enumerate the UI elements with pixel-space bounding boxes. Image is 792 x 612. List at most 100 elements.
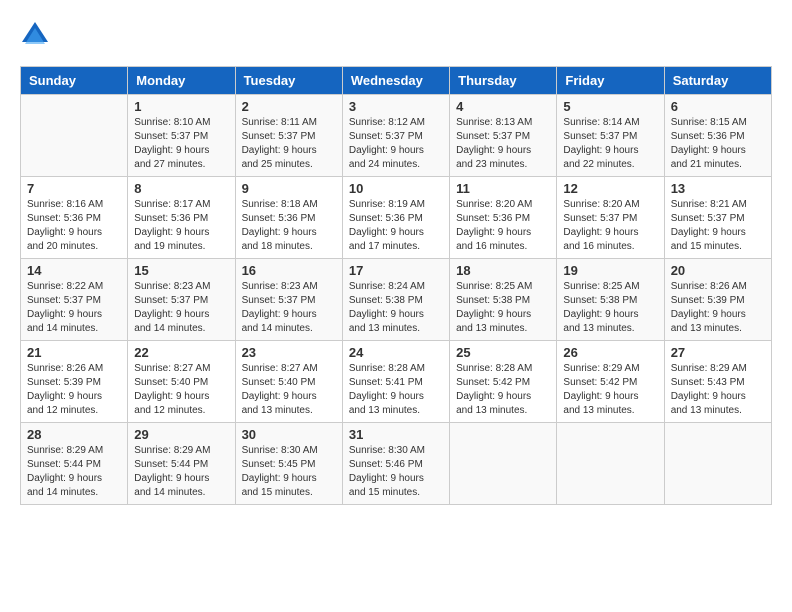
day-info: Sunrise: 8:12 AMSunset: 5:37 PMDaylight:… (349, 116, 443, 172)
day-cell: 14Sunrise: 8:22 AMSunset: 5:37 PMDayligh… (21, 259, 128, 341)
day-number: 5 (563, 99, 657, 114)
day-info: Sunrise: 8:22 AMSunset: 5:37 PMDaylight:… (27, 280, 121, 336)
day-cell: 6Sunrise: 8:15 AMSunset: 5:36 PMDaylight… (664, 95, 771, 177)
day-cell: 13 Sunrise: 8:21 AMSunset: 5:37 PMDayligh… (664, 177, 771, 259)
day-info: Sunrise: 8:23 AMSunset: 5:37 PMDaylight:… (134, 280, 228, 336)
day-info: Sunrise: 8:10 AMSunset: 5:37 PMDaylight:… (134, 116, 228, 172)
week-row-5: 28 Sunrise: 8:29 AMSunset: 5:44 PMDayligh… (21, 423, 772, 505)
day-info: Sunrise: 8:14 AMSunset: 5:37 PMDaylight:… (563, 116, 657, 172)
day-info: Sunrise: 8:13 AMSunset: 5:37 PMDaylight:… (456, 116, 550, 172)
day-cell: 22Sunrise: 8:27 AMSunset: 5:40 PMDayligh… (128, 341, 235, 423)
day-info: Sunrise: 8:27 AMSunset: 5:40 PMDaylight:… (242, 362, 336, 418)
week-row-3: 14Sunrise: 8:22 AMSunset: 5:37 PMDayligh… (21, 259, 772, 341)
day-cell: 3 Sunrise: 8:12 AMSunset: 5:37 PMDaylight… (342, 95, 449, 177)
day-cell: 20 Sunrise: 8:26 AMSunset: 5:39 PMDayligh… (664, 259, 771, 341)
day-number: 21 (27, 345, 121, 360)
day-number: 27 (671, 345, 765, 360)
day-info: Sunrise: 8:28 AMSunset: 5:42 PMDaylight:… (456, 362, 550, 418)
col-header-wednesday: Wednesday (342, 67, 449, 95)
day-info: Sunrise: 8:17 AMSunset: 5:36 PMDaylight:… (134, 198, 228, 254)
week-row-2: 7Sunrise: 8:16 AMSunset: 5:36 PMDaylight… (21, 177, 772, 259)
day-number: 17 (349, 263, 443, 278)
day-info: Sunrise: 8:20 AMSunset: 5:36 PMDaylight:… (456, 198, 550, 254)
day-cell: 31 Sunrise: 8:30 AMSunset: 5:46 PMDayligh… (342, 423, 449, 505)
day-number: 2 (242, 99, 336, 114)
logo-icon (20, 20, 50, 50)
day-number: 24 (349, 345, 443, 360)
day-cell: 27Sunrise: 8:29 AMSunset: 5:43 PMDayligh… (664, 341, 771, 423)
day-number: 29 (134, 427, 228, 442)
day-cell (557, 423, 664, 505)
day-cell: 15 Sunrise: 8:23 AMSunset: 5:37 PMDayligh… (128, 259, 235, 341)
day-info: Sunrise: 8:29 AMSunset: 5:44 PMDaylight:… (134, 444, 228, 500)
week-row-1: 1 Sunrise: 8:10 AMSunset: 5:37 PMDaylight… (21, 95, 772, 177)
day-number: 8 (134, 181, 228, 196)
day-number: 26 (563, 345, 657, 360)
day-number: 25 (456, 345, 550, 360)
day-number: 4 (456, 99, 550, 114)
day-cell: 2 Sunrise: 8:11 AMSunset: 5:37 PMDaylight… (235, 95, 342, 177)
day-cell: 9 Sunrise: 8:18 AMSunset: 5:36 PMDaylight… (235, 177, 342, 259)
day-info: Sunrise: 8:19 AMSunset: 5:36 PMDaylight:… (349, 198, 443, 254)
day-number: 23 (242, 345, 336, 360)
col-header-thursday: Thursday (450, 67, 557, 95)
day-cell: 21 Sunrise: 8:26 AMSunset: 5:39 PMDayligh… (21, 341, 128, 423)
day-info: Sunrise: 8:23 AMSunset: 5:37 PMDaylight:… (242, 280, 336, 336)
day-info: Sunrise: 8:18 AMSunset: 5:36 PMDaylight:… (242, 198, 336, 254)
day-number: 7 (27, 181, 121, 196)
day-info: Sunrise: 8:30 AMSunset: 5:46 PMDaylight:… (349, 444, 443, 500)
day-cell: 11 Sunrise: 8:20 AMSunset: 5:36 PMDayligh… (450, 177, 557, 259)
day-cell: 8 Sunrise: 8:17 AMSunset: 5:36 PMDaylight… (128, 177, 235, 259)
logo (20, 20, 54, 50)
day-cell: 29 Sunrise: 8:29 AMSunset: 5:44 PMDayligh… (128, 423, 235, 505)
day-number: 12 (563, 181, 657, 196)
day-cell (450, 423, 557, 505)
day-cell: 4 Sunrise: 8:13 AMSunset: 5:37 PMDaylight… (450, 95, 557, 177)
day-cell (21, 95, 128, 177)
day-cell: 17Sunrise: 8:24 AMSunset: 5:38 PMDayligh… (342, 259, 449, 341)
day-number: 9 (242, 181, 336, 196)
day-cell (664, 423, 771, 505)
day-info: Sunrise: 8:27 AMSunset: 5:40 PMDaylight:… (134, 362, 228, 418)
day-cell: 19 Sunrise: 8:25 AMSunset: 5:38 PMDayligh… (557, 259, 664, 341)
day-number: 28 (27, 427, 121, 442)
day-cell: 7Sunrise: 8:16 AMSunset: 5:36 PMDaylight… (21, 177, 128, 259)
col-header-saturday: Saturday (664, 67, 771, 95)
day-info: Sunrise: 8:20 AMSunset: 5:37 PMDaylight:… (563, 198, 657, 254)
day-cell: 26 Sunrise: 8:29 AMSunset: 5:42 PMDayligh… (557, 341, 664, 423)
day-info: Sunrise: 8:26 AMSunset: 5:39 PMDaylight:… (27, 362, 121, 418)
day-info: Sunrise: 8:11 AMSunset: 5:37 PMDaylight:… (242, 116, 336, 172)
day-info: Sunrise: 8:29 AMSunset: 5:44 PMDaylight:… (27, 444, 121, 500)
week-row-4: 21 Sunrise: 8:26 AMSunset: 5:39 PMDayligh… (21, 341, 772, 423)
day-number: 19 (563, 263, 657, 278)
day-cell: 1 Sunrise: 8:10 AMSunset: 5:37 PMDaylight… (128, 95, 235, 177)
col-header-friday: Friday (557, 67, 664, 95)
day-number: 16 (242, 263, 336, 278)
day-number: 13 (671, 181, 765, 196)
day-number: 31 (349, 427, 443, 442)
day-cell: 18Sunrise: 8:25 AMSunset: 5:38 PMDayligh… (450, 259, 557, 341)
day-number: 1 (134, 99, 228, 114)
col-header-tuesday: Tuesday (235, 67, 342, 95)
day-number: 20 (671, 263, 765, 278)
day-cell: 23 Sunrise: 8:27 AMSunset: 5:40 PMDayligh… (235, 341, 342, 423)
day-info: Sunrise: 8:15 AMSunset: 5:36 PMDaylight:… (671, 116, 765, 172)
day-number: 3 (349, 99, 443, 114)
day-cell: 28 Sunrise: 8:29 AMSunset: 5:44 PMDayligh… (21, 423, 128, 505)
day-cell: 12 Sunrise: 8:20 AMSunset: 5:37 PMDayligh… (557, 177, 664, 259)
page-header (20, 20, 772, 50)
day-info: Sunrise: 8:30 AMSunset: 5:45 PMDaylight:… (242, 444, 336, 500)
day-cell: 25 Sunrise: 8:28 AMSunset: 5:42 PMDayligh… (450, 341, 557, 423)
day-info: Sunrise: 8:29 AMSunset: 5:42 PMDaylight:… (563, 362, 657, 418)
day-number: 18 (456, 263, 550, 278)
day-info: Sunrise: 8:21 AMSunset: 5:37 PMDaylight:… (671, 198, 765, 254)
day-info: Sunrise: 8:28 AMSunset: 5:41 PMDaylight:… (349, 362, 443, 418)
day-info: Sunrise: 8:25 AMSunset: 5:38 PMDaylight:… (563, 280, 657, 336)
day-cell: 30Sunrise: 8:30 AMSunset: 5:45 PMDayligh… (235, 423, 342, 505)
day-cell: 10Sunrise: 8:19 AMSunset: 5:36 PMDayligh… (342, 177, 449, 259)
day-cell: 16 Sunrise: 8:23 AMSunset: 5:37 PMDayligh… (235, 259, 342, 341)
day-info: Sunrise: 8:26 AMSunset: 5:39 PMDaylight:… (671, 280, 765, 336)
col-header-sunday: Sunday (21, 67, 128, 95)
day-number: 15 (134, 263, 228, 278)
day-number: 11 (456, 181, 550, 196)
